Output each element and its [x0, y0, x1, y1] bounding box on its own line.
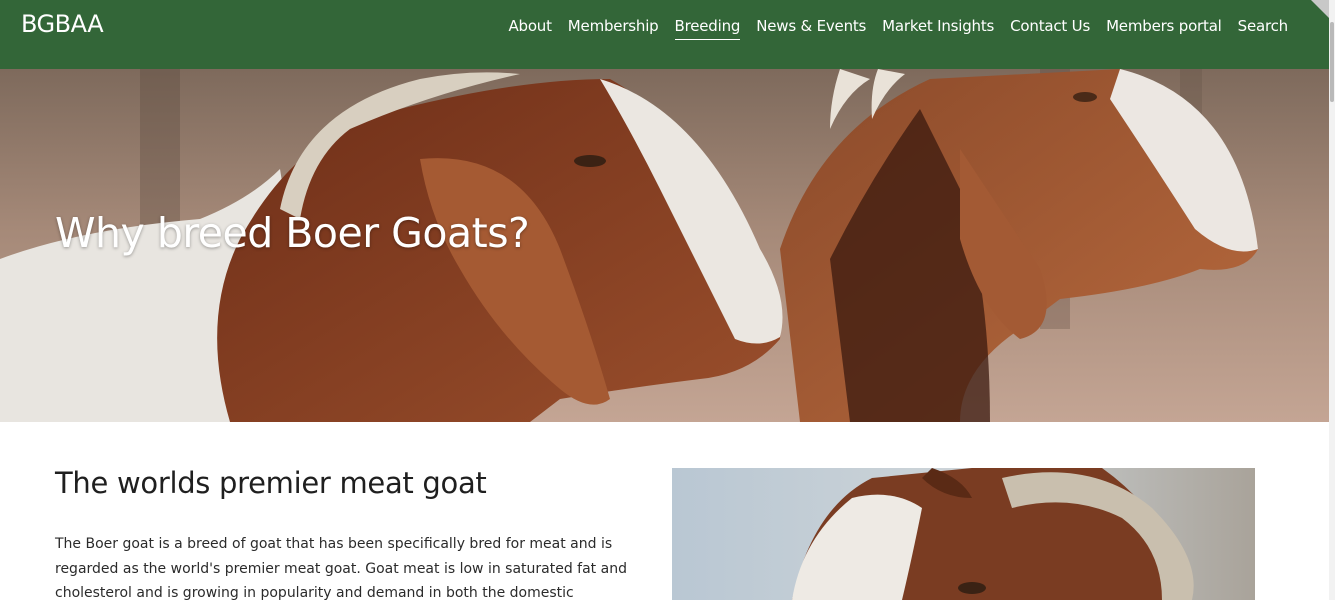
nav-breeding[interactable]: Breeding	[674, 17, 740, 40]
nav-news-events[interactable]: News & Events	[756, 17, 866, 40]
hero-banner: Why breed Boer Goats?	[0, 69, 1329, 422]
page-scrollbar[interactable]	[1329, 0, 1335, 600]
goat-closeup-graphic	[672, 468, 1255, 600]
hero-title: Why breed Boer Goats?	[55, 209, 530, 257]
site-header: BGBAA About Membership Breeding News & E…	[0, 0, 1329, 69]
intro-paragraph: The Boer goat is a breed of goat that ha…	[55, 536, 627, 601]
main-nav: About Membership Breeding News & Events …	[508, 17, 1288, 40]
section-title: The worlds premier meat goat	[55, 466, 487, 500]
nav-about[interactable]: About	[508, 17, 552, 40]
nav-membership[interactable]: Membership	[568, 17, 659, 40]
scrollbar-thumb[interactable]	[1330, 22, 1334, 102]
goat-closeup-image	[672, 468, 1255, 600]
nav-market-insights[interactable]: Market Insights	[882, 17, 994, 40]
nav-search[interactable]: Search	[1238, 17, 1289, 40]
nav-contact-us[interactable]: Contact Us	[1010, 17, 1090, 40]
site-logo[interactable]: BGBAA	[21, 10, 104, 38]
nav-members-portal[interactable]: Members portal	[1106, 17, 1222, 40]
